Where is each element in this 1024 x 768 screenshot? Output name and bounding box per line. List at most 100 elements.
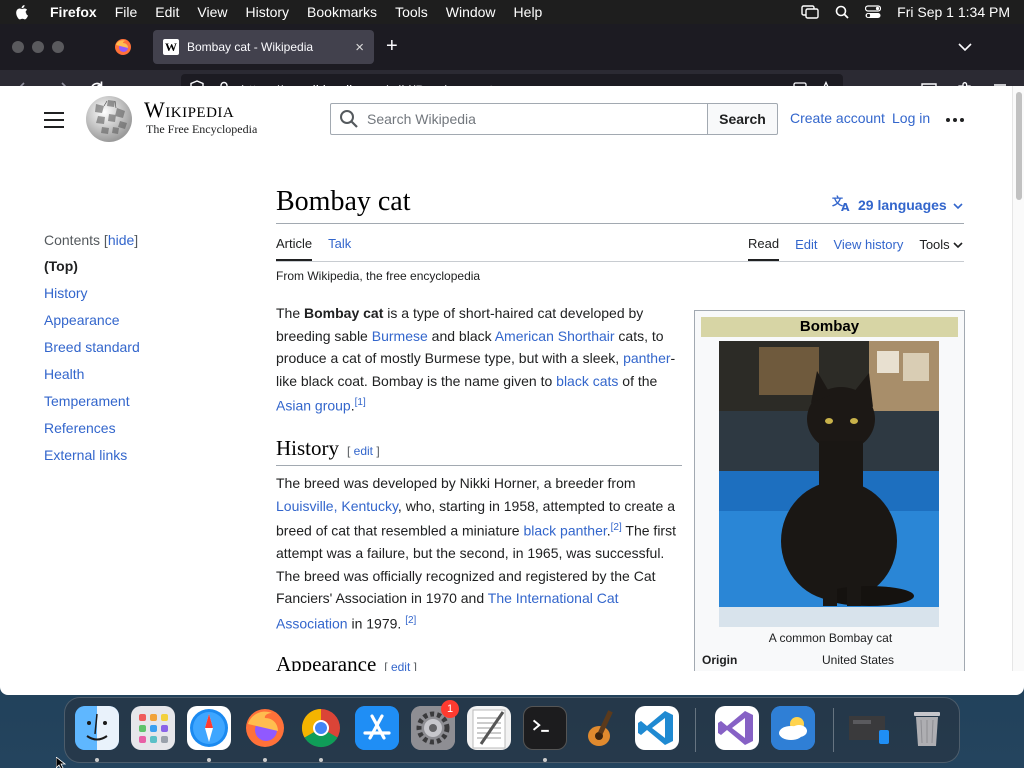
- chrome-icon[interactable]: [299, 706, 343, 750]
- tab-tools[interactable]: Tools: [919, 237, 963, 260]
- trash-icon[interactable]: [905, 706, 949, 750]
- menu-firefox[interactable]: Firefox: [50, 4, 97, 20]
- menu-bookmarks[interactable]: Bookmarks: [307, 4, 377, 20]
- apple-icon[interactable]: [14, 4, 30, 20]
- heading-text: Appearance: [276, 652, 377, 671]
- toc-item-health[interactable]: Health: [44, 366, 224, 393]
- heading-history: History [ edit ]: [276, 436, 682, 466]
- tab-bombay-cat[interactable]: W Bombay cat - Wikipedia ×: [153, 30, 374, 64]
- visual-studio-icon[interactable]: [715, 706, 759, 750]
- spotlight-search-icon[interactable]: [835, 5, 849, 19]
- namespace-tabs: Article Talk: [276, 236, 351, 261]
- reference-2b[interactable]: [2]: [405, 615, 416, 626]
- running-indicator: [95, 758, 99, 762]
- tab-talk[interactable]: Talk: [328, 236, 351, 261]
- firefox-icon[interactable]: [243, 706, 287, 750]
- list-all-tabs-icon[interactable]: [958, 39, 972, 57]
- infobox-title: Bombay: [701, 317, 958, 337]
- link-black-cats[interactable]: black cats: [556, 373, 618, 389]
- link-burmese[interactable]: Burmese: [372, 328, 428, 344]
- menubar-clock[interactable]: Fri Sep 1 1:34 PM: [897, 4, 1010, 20]
- link-american-shorthair[interactable]: American Shorthair: [495, 328, 615, 344]
- menu-file[interactable]: File: [115, 4, 138, 20]
- app-store-icon[interactable]: [355, 706, 399, 750]
- svg-text:A: A: [841, 201, 850, 212]
- running-indicator: [263, 758, 267, 762]
- link-panther[interactable]: panther: [623, 350, 670, 366]
- text: The: [276, 305, 305, 321]
- toc-item-breed-standard[interactable]: Breed standard: [44, 339, 224, 366]
- tools-label: Tools: [919, 237, 950, 252]
- vscode-icon[interactable]: [635, 706, 679, 750]
- wikipedia-favicon-icon: W: [163, 39, 179, 55]
- reference-1[interactable]: [1]: [355, 397, 366, 408]
- menu-edit[interactable]: Edit: [155, 4, 179, 20]
- link-asian-group[interactable]: Asian group: [276, 398, 351, 414]
- close-tab-icon[interactable]: ×: [355, 39, 364, 56]
- textedit-icon[interactable]: [467, 706, 511, 750]
- toc-item-top[interactable]: (Top): [44, 258, 224, 285]
- tab-view-history[interactable]: View history: [833, 237, 903, 260]
- wikipedia-globe-logo[interactable]: [84, 94, 136, 144]
- tab-edit[interactable]: Edit: [795, 237, 817, 260]
- screenshot-icon[interactable]: [847, 706, 891, 750]
- safari-icon[interactable]: [187, 706, 231, 750]
- page-scrollbar[interactable]: [1012, 86, 1024, 671]
- menu-help[interactable]: Help: [514, 4, 543, 20]
- tab-article[interactable]: Article: [276, 236, 313, 261]
- close-window-button[interactable]: [12, 41, 24, 53]
- table-of-contents: Contents [hide] (Top) History Appearance…: [44, 232, 224, 474]
- origin-label: Origin: [702, 653, 738, 667]
- text: in 1979.: [347, 615, 406, 632]
- link-black-panther[interactable]: black panther: [523, 523, 606, 539]
- tabs-divider: [276, 261, 964, 262]
- minimize-window-button[interactable]: [32, 41, 44, 53]
- dock-separator: [695, 708, 696, 752]
- finder-icon[interactable]: [75, 706, 119, 750]
- toc-hide-link[interactable]: hide: [108, 232, 134, 248]
- new-tab-button[interactable]: +: [386, 36, 398, 56]
- toc-item-appearance[interactable]: Appearance: [44, 312, 224, 339]
- reference-2[interactable]: [2]: [611, 522, 622, 533]
- text: of the: [618, 372, 658, 389]
- toc-item-external-links[interactable]: External links: [44, 447, 224, 474]
- search-input[interactable]: [367, 111, 687, 127]
- chevron-down-icon: [953, 242, 963, 249]
- firefox-view-icon[interactable]: [114, 38, 132, 56]
- view-tabs: Read Edit View history Tools: [748, 236, 963, 261]
- main-menu-icon[interactable]: [44, 112, 64, 133]
- languages-button[interactable]: 文A 29 languages: [832, 194, 963, 215]
- weather-icon[interactable]: [771, 706, 815, 750]
- edit-appearance-link[interactable]: edit: [391, 660, 410, 671]
- menu-view[interactable]: View: [197, 4, 227, 20]
- search-button[interactable]: Search: [707, 103, 778, 135]
- log-in-link[interactable]: Log in: [892, 110, 930, 126]
- tab-read[interactable]: Read: [748, 236, 780, 261]
- control-center-icon[interactable]: [865, 5, 882, 19]
- edit-history-link[interactable]: edit: [354, 444, 373, 458]
- search-box[interactable]: [330, 103, 708, 135]
- infobox: Bombay A common Bombay cat Origin United…: [694, 310, 965, 671]
- more-options-icon[interactable]: [946, 118, 964, 122]
- menu-window[interactable]: Window: [446, 4, 496, 20]
- create-account-link[interactable]: Create account: [790, 110, 885, 126]
- bombay-cat-photo[interactable]: [719, 341, 939, 627]
- scrollbar-thumb[interactable]: [1016, 92, 1022, 200]
- launchpad-icon[interactable]: [131, 706, 175, 750]
- toc-title: Contents: [44, 232, 101, 248]
- window-controls: [12, 41, 64, 53]
- chevron-down-icon: [953, 197, 963, 213]
- toc-item-references[interactable]: References: [44, 420, 224, 447]
- zoom-window-button[interactable]: [52, 41, 64, 53]
- toc-item-history[interactable]: History: [44, 285, 224, 312]
- wikipedia-wordmark[interactable]: Wikipedia: [144, 97, 234, 123]
- menu-history[interactable]: History: [245, 4, 289, 20]
- page-title: Bombay cat: [276, 186, 411, 217]
- terminal-icon[interactable]: [523, 706, 567, 750]
- translate-icon: 文A: [832, 194, 852, 215]
- link-louisville-kentucky[interactable]: Louisville, Kentucky: [276, 498, 398, 514]
- screen-mirroring-icon[interactable]: [801, 5, 819, 19]
- garageband-icon[interactable]: [579, 706, 623, 750]
- toc-item-temperament[interactable]: Temperament: [44, 393, 224, 420]
- menu-tools[interactable]: Tools: [395, 4, 428, 20]
